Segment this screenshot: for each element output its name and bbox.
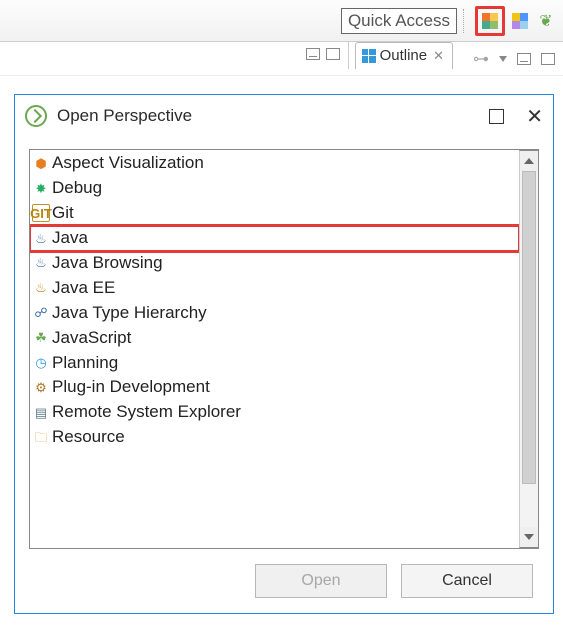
toolbar-separator xyxy=(463,9,469,33)
list-item-label: Planning xyxy=(52,352,118,375)
view-menu-icon[interactable] xyxy=(499,56,507,62)
scroll-track[interactable] xyxy=(520,171,538,527)
list-item-label: Git xyxy=(52,202,74,225)
spring-icon xyxy=(25,105,47,127)
focus-icon[interactable]: ⊶ xyxy=(473,49,489,69)
scroll-up-button[interactable] xyxy=(520,151,538,171)
cancel-button[interactable]: Cancel xyxy=(401,564,533,598)
list-item-javascript[interactable]: ☘JavaScript xyxy=(30,326,519,351)
list-item-label: Java xyxy=(52,227,88,250)
list-item-debug[interactable]: ✸Debug xyxy=(30,176,519,201)
view-tab-row: Outline ✕ ⊶ xyxy=(0,42,563,76)
outline-tabstrip: Outline ✕ ⊶ xyxy=(348,42,563,69)
list-item-git[interactable]: GITGit xyxy=(30,201,519,226)
open-perspective-dialog: Open Perspective ✕ ⬢Aspect Visualization… xyxy=(14,94,554,614)
tab-outline[interactable]: Outline ✕ xyxy=(355,42,453,69)
dialog-titlebar: Open Perspective ✕ xyxy=(15,95,553,137)
list-item-plug-in-development[interactable]: ⚙Plug-in Development xyxy=(30,375,519,400)
spring-perspective-icon[interactable]: ❦ xyxy=(535,10,557,32)
main-toolbar: Quick Access ❦ xyxy=(0,0,563,42)
list-item-java-type-hierarchy[interactable]: ☍Java Type Hierarchy xyxy=(30,301,519,326)
dialog-maximize-button[interactable] xyxy=(489,109,504,124)
list-item-label: Debug xyxy=(52,177,102,200)
list-item-label: Java Browsing xyxy=(52,252,163,275)
open-perspective-icon[interactable] xyxy=(479,10,501,32)
scrollbar[interactable] xyxy=(519,150,539,548)
list-item-java-ee[interactable]: ♨Java EE xyxy=(30,276,519,301)
dialog-close-button[interactable]: ✕ xyxy=(526,104,543,129)
list-item-aspect-visualization[interactable]: ⬢Aspect Visualization xyxy=(30,151,519,176)
scroll-thumb[interactable] xyxy=(522,171,536,484)
minimize-outline-button[interactable] xyxy=(517,53,531,65)
minimize-view-button[interactable] xyxy=(306,48,320,60)
outline-icon xyxy=(362,49,376,63)
list-item-java[interactable]: ♨Java xyxy=(30,226,519,251)
dialog-button-bar: Open Cancel xyxy=(15,549,553,613)
list-item-resource[interactable]: 🗀Resource xyxy=(30,425,519,450)
list-item-planning[interactable]: ◷Planning xyxy=(30,351,519,376)
list-item-label: Java Type Hierarchy xyxy=(52,302,207,325)
list-item-label: JavaScript xyxy=(52,327,131,350)
scroll-down-button[interactable] xyxy=(520,527,538,547)
list-item-label: Java EE xyxy=(52,277,115,300)
dialog-title: Open Perspective xyxy=(57,106,479,126)
open-button[interactable]: Open xyxy=(255,564,387,598)
list-item-remote-system-explorer[interactable]: ▤Remote System Explorer xyxy=(30,400,519,425)
maximize-view-button[interactable] xyxy=(326,48,340,60)
list-item-label: Resource xyxy=(52,426,125,449)
quick-access-box[interactable]: Quick Access xyxy=(341,8,457,34)
close-tab-icon[interactable]: ✕ xyxy=(433,48,444,64)
perspective-list-container: ⬢Aspect Visualization✸DebugGITGit♨Java♨J… xyxy=(29,149,539,549)
highlight-open-perspective xyxy=(475,6,505,36)
perspective-list[interactable]: ⬢Aspect Visualization✸DebugGITGit♨Java♨J… xyxy=(30,150,519,548)
maximize-outline-button[interactable] xyxy=(541,53,555,65)
list-item-label: Aspect Visualization xyxy=(52,152,204,175)
list-item-label: Plug-in Development xyxy=(52,376,210,399)
tab-outline-label: Outline xyxy=(380,47,428,64)
list-item-java-browsing[interactable]: ♨Java Browsing xyxy=(30,251,519,276)
list-item-label: Remote System Explorer xyxy=(52,401,241,424)
perspective-switcher-icon[interactable] xyxy=(509,10,531,32)
